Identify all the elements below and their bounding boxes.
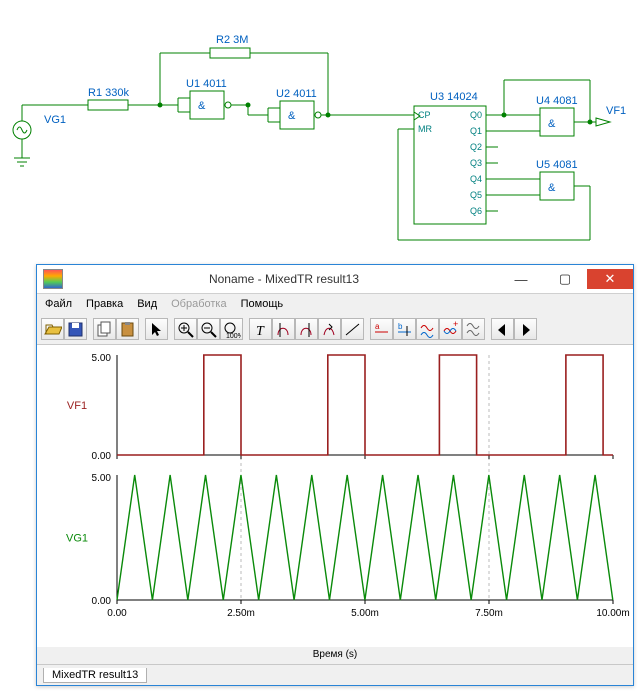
svg-text:T: T	[256, 324, 265, 339]
svg-text:&: &	[548, 182, 556, 194]
close-button[interactable]: ✕	[587, 269, 633, 289]
paste-button[interactable]	[116, 318, 139, 340]
part-vg1: VG1	[13, 105, 66, 166]
trace-vf1	[117, 355, 613, 455]
zoom-out-button[interactable]	[197, 318, 220, 340]
svg-text:5.00: 5.00	[92, 353, 112, 364]
x-axis-label: Время (s)	[37, 647, 633, 664]
next-button[interactable]	[514, 318, 537, 340]
zoom-in-button[interactable]	[174, 318, 197, 340]
part-u5: & U5 4081	[530, 159, 578, 200]
svg-text:+: +	[453, 320, 458, 329]
statusbar: MixedTR result13	[37, 664, 633, 685]
svg-text:5.00m: 5.00m	[351, 608, 379, 619]
part-r2: R2 3M	[210, 34, 250, 58]
svg-text:7.50m: 7.50m	[475, 608, 503, 619]
copy-button[interactable]	[93, 318, 116, 340]
menu-Файл[interactable]: Файл	[45, 298, 72, 310]
svg-text:Q0: Q0	[470, 110, 482, 120]
join-curves-button[interactable]: +	[439, 318, 462, 340]
app-icon	[43, 269, 63, 289]
svg-text:Q3: Q3	[470, 158, 482, 168]
plot-area: 5.00 0.00 5.00 0.00 VF1 VG1 0.00 2.50m 5.00m 7.50…	[37, 345, 633, 647]
toolbar: 100% Ta b +	[37, 314, 633, 345]
svg-text:2.50m: 2.50m	[227, 608, 255, 619]
pointer-button[interactable]	[145, 318, 168, 340]
menubar: Файл Правка Вид Обработка Помощь	[37, 294, 633, 314]
prev-button[interactable]	[491, 318, 514, 340]
menu-Обработка: Обработка	[171, 298, 226, 310]
schematic-canvas: VG1 R1 330k R2 3M & U1 4011 & U2 4011	[0, 0, 640, 256]
label-r1: R1 330k	[88, 87, 129, 99]
titlebar[interactable]: Noname - MixedTR result13 — ▢ ✕	[37, 265, 633, 294]
svg-text:10.00m: 10.00m	[596, 608, 629, 619]
svg-text:VG1: VG1	[66, 533, 88, 545]
svg-text:Q4: Q4	[470, 174, 482, 184]
line-button[interactable]	[341, 318, 364, 340]
svg-text:&: &	[288, 110, 296, 122]
part-u1: & U1 4011	[186, 78, 231, 119]
svg-text:VF1: VF1	[67, 400, 87, 412]
save-button[interactable]	[64, 318, 87, 340]
svg-text:100%: 100%	[226, 333, 241, 339]
open-button[interactable]	[41, 318, 64, 340]
label-u4: U4 4081	[536, 95, 578, 107]
menu-Помощь[interactable]: Помощь	[241, 298, 284, 310]
svg-text:Q2: Q2	[470, 142, 482, 152]
svg-text:CP: CP	[418, 110, 431, 120]
zoom-1to1-button[interactable]: 100%	[220, 318, 243, 340]
trace-b-button[interactable]: b	[393, 318, 416, 340]
svg-text:Q1: Q1	[470, 126, 482, 136]
sep-curves-button[interactable]	[416, 318, 439, 340]
menu-Правка[interactable]: Правка	[86, 298, 123, 310]
svg-text:a: a	[375, 322, 380, 331]
svg-text:Q6: Q6	[470, 206, 482, 216]
label-u5: U5 4081	[536, 159, 578, 171]
part-r1: R1 330k	[88, 87, 129, 110]
svg-text:MR: MR	[418, 124, 432, 134]
label-u3: U3 14024	[430, 91, 478, 103]
part-u4: & U4 4081	[530, 95, 578, 136]
label-r2: R2 3M	[216, 34, 248, 46]
part-u3: U3 14024 CP MR Q0 Q1 Q2 Q3 Q4 Q5 Q6	[414, 91, 486, 224]
text-tool-button[interactable]: T	[249, 318, 272, 340]
svg-text:5.00: 5.00	[92, 473, 112, 484]
result-window: Noname - MixedTR result13 — ▢ ✕ Файл Прав…	[36, 264, 634, 686]
lock-button[interactable]	[462, 318, 485, 340]
menu-Вид[interactable]: Вид	[137, 298, 157, 310]
svg-text:0.00: 0.00	[92, 451, 112, 462]
label-vg1: VG1	[44, 114, 66, 126]
label-vf1: VF1	[606, 105, 626, 117]
label-u1: U1 4011	[186, 78, 227, 90]
svg-text:b: b	[398, 322, 403, 331]
svg-text:&: &	[198, 100, 206, 112]
trace-vg1	[117, 475, 613, 600]
window-title: Noname - MixedTR result13	[69, 272, 499, 286]
trace-a-button[interactable]: a	[370, 318, 393, 340]
net-vf1: VF1	[596, 105, 626, 126]
part-u2: & U2 4011	[276, 88, 321, 129]
svg-text:0.00: 0.00	[107, 608, 127, 619]
annotate-button[interactable]	[318, 318, 341, 340]
status-tab[interactable]: MixedTR result13	[43, 668, 147, 683]
min-button[interactable]: —	[499, 269, 543, 289]
svg-text:0.00: 0.00	[92, 596, 112, 607]
cursor-a-button[interactable]	[272, 318, 295, 340]
max-button[interactable]: ▢	[543, 269, 587, 289]
cursor-b-button[interactable]	[295, 318, 318, 340]
svg-text:Q5: Q5	[470, 190, 482, 200]
label-u2: U2 4011	[276, 88, 317, 100]
svg-text:&: &	[548, 118, 556, 130]
